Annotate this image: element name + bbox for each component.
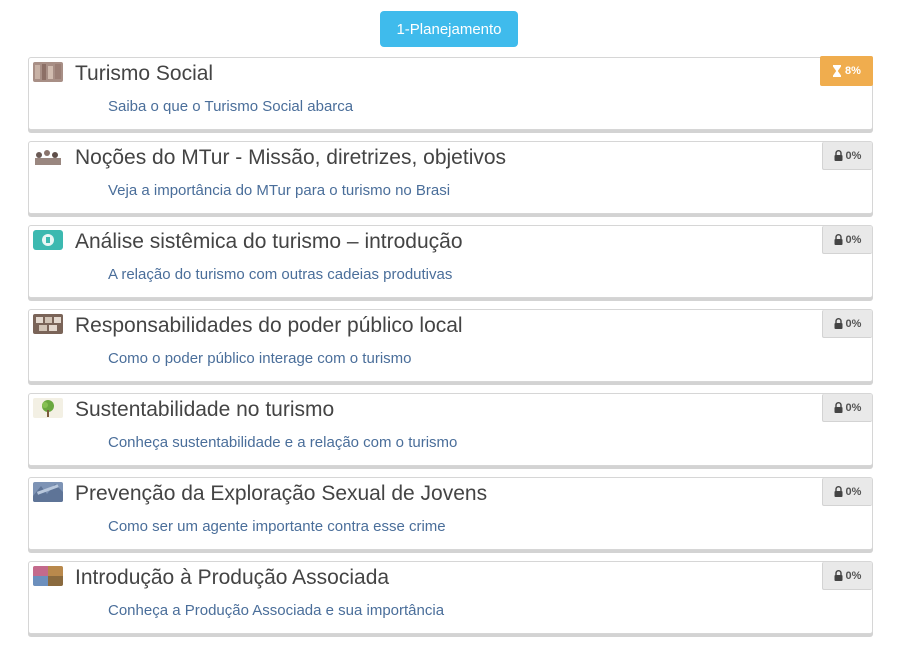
lesson-title[interactable]: Introdução à Produção Associada [75,566,389,590]
lock-icon [834,570,843,581]
locked-badge: 0% [822,142,872,170]
lesson-thumbnail-image [33,398,63,418]
lesson-thumbnail-image [33,566,63,586]
lesson-title[interactable]: Análise sistêmica do turismo – introduçã… [75,230,463,254]
progress-value: 0% [845,149,862,162]
progress-value: 0% [845,401,862,414]
progress-value: 0% [845,317,862,330]
locked-badge: 0% [822,478,872,506]
lesson-card-sustentabilidade[interactable]: Sustentabilidade no turismo Conheça sust… [28,393,873,466]
progress-value: 0% [845,485,862,498]
lesson-title[interactable]: Turismo Social [75,62,213,86]
lesson-thumbnail-image [33,62,63,82]
lesson-card-prevencao-exploracao[interactable]: Prevenção da Exploração Sexual de Jovens… [28,477,873,550]
lesson-subtitle: Saiba o que o Turismo Social abarca [108,98,354,115]
hourglass-icon [832,65,842,77]
locked-badge: 0% [822,310,872,338]
locked-badge: 0% [822,226,872,254]
lesson-subtitle: Conheça sustentabilidade e a relação com… [108,434,458,451]
lesson-title[interactable]: Responsabilidades do poder público local [75,314,463,338]
lesson-subtitle: Veja a importância do MTur para o turism… [108,182,451,199]
lock-icon [834,486,843,497]
lesson-thumbnail-image [33,146,63,166]
lock-icon [834,402,843,413]
lesson-title[interactable]: Noções do MTur - Missão, diretrizes, obj… [75,146,506,170]
locked-badge: 0% [822,394,872,422]
lesson-title[interactable]: Sustentabilidade no turismo [75,398,334,422]
module-button-planejamento[interactable]: 1-Planejamento [380,11,518,47]
progress-value: 0% [845,233,862,246]
lesson-card-nocoes-mtur[interactable]: Noções do MTur - Missão, diretrizes, obj… [28,141,873,214]
lesson-subtitle: Conheça a Produção Associada e sua impor… [108,602,445,619]
lock-icon [834,234,843,245]
lesson-card-turismo-social[interactable]: Turismo Social Saiba o que o Turismo Soc… [28,56,873,130]
progress-badge: 8% [820,56,873,86]
lock-icon [834,150,843,161]
locked-badge: 0% [822,562,872,590]
lesson-subtitle: A relação do turismo com outras cadeias … [108,266,453,283]
lesson-subtitle: Como ser um agente importante contra ess… [108,518,446,535]
lesson-card-producao-associada[interactable]: Introdução à Produção Associada Conheça … [28,561,873,634]
lesson-card-responsabilidades[interactable]: Responsabilidades do poder público local… [28,309,873,382]
lesson-thumbnail-image [33,230,63,250]
lesson-thumbnail-image [33,482,63,502]
progress-value: 8% [845,65,861,77]
lesson-title[interactable]: Prevenção da Exploração Sexual de Jovens [75,482,487,506]
progress-value: 0% [845,569,862,582]
lesson-thumbnail-image [33,314,63,334]
lesson-subtitle: Como o poder público interage com o turi… [108,350,412,367]
lesson-card-analise-sistemica[interactable]: Análise sistêmica do turismo – introduçã… [28,225,873,298]
lock-icon [834,318,843,329]
